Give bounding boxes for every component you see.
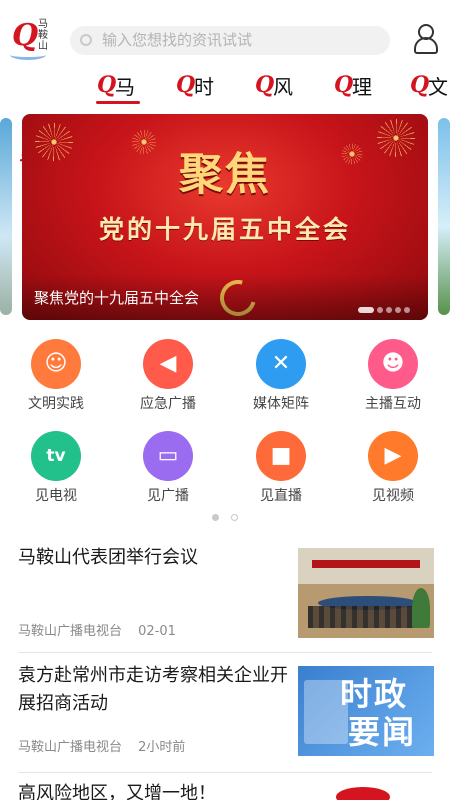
logo-brush-mark: Q bbox=[12, 18, 39, 53]
search-icon bbox=[80, 34, 92, 46]
tab-label: 时 bbox=[194, 75, 214, 99]
icon-glyph: ▶ bbox=[384, 443, 402, 468]
grid-item-emergency-broadcast[interactable]: ◀ 应急广播 bbox=[123, 339, 213, 417]
search-placeholder: 输入您想找的资讯试试 bbox=[102, 31, 253, 49]
logo-wave bbox=[10, 50, 46, 60]
news-meta: 马鞍山广播电视台 02-01 bbox=[18, 624, 176, 640]
tab-glyph: Q bbox=[410, 72, 430, 98]
banner-dot bbox=[386, 306, 392, 313]
tab-glyph: Q bbox=[255, 72, 275, 98]
grid-item-label: 见电视 bbox=[35, 488, 77, 504]
tab-glyph: Q bbox=[176, 72, 196, 98]
tab-glyph: Q bbox=[334, 72, 354, 98]
news-thumbnail-partial bbox=[336, 787, 390, 800]
tab-label: 文 bbox=[428, 75, 448, 99]
news-divider bbox=[18, 652, 432, 653]
banner-prev-peek[interactable] bbox=[0, 118, 12, 315]
thumb-plant bbox=[412, 588, 430, 628]
grid-item-anchor-interaction[interactable]: ☻ 主播互动 bbox=[348, 339, 438, 417]
grid-page-dot bbox=[231, 514, 238, 521]
grid-item-radio[interactable]: ▭ 见广播 bbox=[123, 431, 213, 509]
thumb-people bbox=[308, 606, 426, 628]
grid-item-tv[interactable]: tv 见电视 bbox=[11, 431, 101, 509]
tv-icon: tv bbox=[31, 431, 81, 481]
banner-dot bbox=[358, 306, 374, 313]
grid-item-video[interactable]: ▶ 见视频 bbox=[348, 431, 438, 509]
tab-label: 理 bbox=[352, 75, 372, 99]
news-divider bbox=[18, 772, 432, 773]
banner-dot bbox=[377, 306, 383, 313]
user-icon-body bbox=[414, 37, 438, 54]
news-title: 马鞍山代表团举行会议 bbox=[18, 547, 198, 568]
news-meta: 马鞍山广播电视台 2小时前 bbox=[18, 740, 185, 756]
grid-item-civility-practice[interactable]: ☺ 文明实践 bbox=[11, 339, 101, 417]
banner-headline: 聚焦 bbox=[179, 149, 271, 200]
video-play-icon: ▶ bbox=[368, 431, 418, 481]
grid-item-label: 应急广播 bbox=[140, 396, 196, 412]
tab-label: 风 bbox=[273, 75, 293, 99]
banner-next-peek[interactable] bbox=[438, 118, 450, 315]
civility-practice-icon: ☺ bbox=[31, 339, 81, 389]
banner-pagination bbox=[358, 299, 413, 313]
icon-glyph: tv bbox=[46, 446, 66, 466]
grid-item-label: 见视频 bbox=[372, 488, 414, 504]
grid-item-label: 见直播 bbox=[260, 488, 302, 504]
live-camera-icon: ■ bbox=[256, 431, 306, 481]
banner-carousel[interactable]: 聚焦 党的十九届五中全会 聚焦党的十九届五中全会 bbox=[22, 114, 428, 320]
emergency-broadcast-icon: ◀ bbox=[143, 339, 193, 389]
news-thumbnail-meeting bbox=[298, 548, 434, 638]
banner-dot bbox=[404, 306, 410, 313]
media-matrix-icon: ✕ bbox=[256, 339, 306, 389]
search-bar[interactable]: 输入您想找的资讯试试 bbox=[70, 26, 390, 55]
tab-glyph: Q bbox=[97, 72, 117, 98]
banner-subtitle: 党的十九届五中全会 bbox=[98, 215, 351, 244]
news-source: 马鞍山广播电视台 bbox=[18, 740, 123, 755]
grid-page-dot bbox=[212, 514, 219, 521]
news-title-partial[interactable]: 高风险地区，又增一地！ bbox=[18, 782, 216, 800]
thumb-banner bbox=[312, 560, 420, 568]
logo-text: 马鞍山 bbox=[38, 19, 48, 52]
icon-glyph: ✕ bbox=[271, 351, 291, 376]
radio-icon: ▭ bbox=[143, 431, 193, 481]
grid-pagination bbox=[0, 514, 450, 522]
banner-caption: 聚焦党的十九届五中全会 bbox=[34, 289, 200, 307]
anchor-interaction-icon: ☻ bbox=[368, 339, 418, 389]
thumb-text-line1: 时政 bbox=[340, 675, 409, 713]
app-header: Q 马鞍山 输入您想找的资讯试试 bbox=[0, 0, 450, 70]
grid-item-media-matrix[interactable]: ✕ 媒体矩阵 bbox=[236, 339, 326, 417]
tab-label: 马 bbox=[115, 75, 135, 99]
grid-item-label: 文明实践 bbox=[28, 396, 84, 412]
news-source: 马鞍山广播电视台 bbox=[18, 624, 123, 639]
news-time: 02-01 bbox=[138, 624, 176, 639]
grid-item-label: 见广播 bbox=[147, 488, 189, 504]
thumb-text-line2: 要闻 bbox=[348, 713, 417, 751]
icon-glyph: ☻ bbox=[381, 351, 405, 376]
news-title: 袁方赴常州市走访考察相关企业开展招商活动 bbox=[18, 665, 288, 714]
icon-glyph: ■ bbox=[270, 443, 292, 468]
active-tab-indicator bbox=[96, 101, 140, 104]
grid-item-label: 主播互动 bbox=[365, 396, 421, 412]
category-tabs: 学习 Q 马 Q 时 Q 风 Q 理 Q 文 bbox=[0, 70, 450, 170]
icon-glyph: ☺ bbox=[44, 351, 68, 376]
news-time: 2小时前 bbox=[138, 740, 186, 755]
news-thumbnail-politics: 时政 要闻 bbox=[298, 666, 434, 756]
app-logo[interactable]: Q 马鞍山 bbox=[8, 16, 60, 62]
grid-item-live[interactable]: ■ 见直播 bbox=[236, 431, 326, 509]
user-profile-icon[interactable] bbox=[411, 23, 441, 55]
banner-dot bbox=[395, 306, 401, 313]
icon-glyph: ▭ bbox=[157, 443, 179, 468]
grid-item-label: 媒体矩阵 bbox=[253, 396, 309, 412]
icon-glyph: ◀ bbox=[159, 351, 177, 376]
